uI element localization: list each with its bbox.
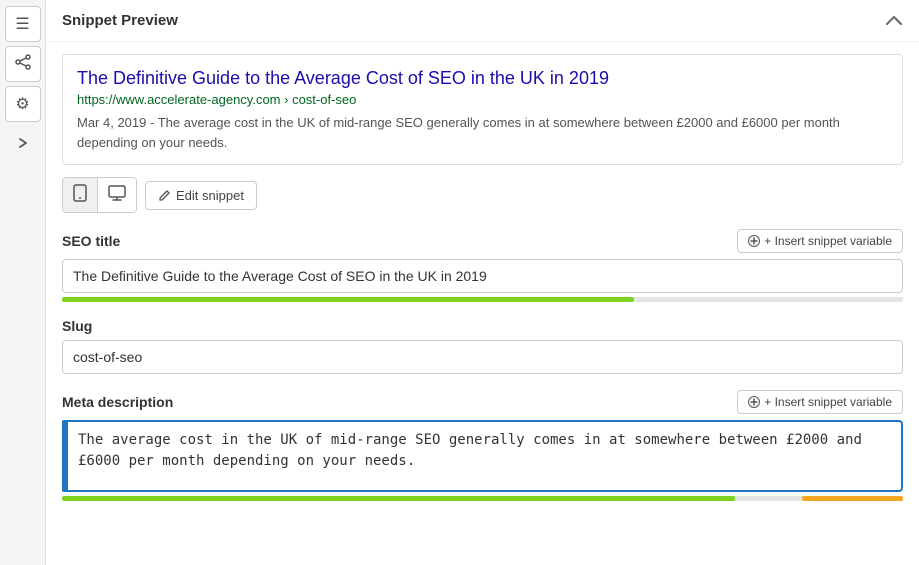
meta-progress-orange bbox=[802, 496, 903, 501]
meta-insert-variable-button[interactable]: + Insert snippet variable bbox=[737, 390, 903, 414]
hamburger-button[interactable]: ☰ bbox=[5, 6, 41, 42]
slug-section: Slug bbox=[46, 318, 919, 390]
slug-header: Slug bbox=[62, 318, 903, 334]
slug-input[interactable] bbox=[62, 340, 903, 374]
snippet-url: https://www.accelerate-agency.com › cost… bbox=[77, 92, 888, 107]
seo-title-label: SEO title bbox=[62, 233, 120, 249]
snippet-date-description: Mar 4, 2019 - The average cost in the UK… bbox=[77, 113, 888, 152]
meta-progress-spacer bbox=[735, 496, 802, 501]
seo-progress-bg bbox=[634, 297, 903, 302]
seo-title-header: SEO title + Insert snippet variable bbox=[62, 229, 903, 253]
device-toggle bbox=[62, 177, 137, 213]
snippet-description-text: The average cost in the UK of mid-range … bbox=[77, 115, 840, 150]
hamburger-icon: ☰ bbox=[15, 14, 29, 34]
edit-snippet-button[interactable]: Edit snippet bbox=[145, 181, 257, 210]
desktop-button[interactable] bbox=[98, 178, 136, 212]
seo-title-insert-variable-button[interactable]: + Insert snippet variable bbox=[737, 229, 903, 253]
seo-title-section: SEO title + Insert snippet variable bbox=[46, 229, 919, 318]
slug-label: Slug bbox=[62, 318, 92, 334]
share-icon bbox=[15, 54, 31, 75]
main-panel: Snippet Preview The Definitive Guide to … bbox=[46, 0, 919, 565]
seo-title-progress bbox=[62, 297, 903, 302]
seo-title-input[interactable] bbox=[62, 259, 903, 293]
meta-description-input[interactable] bbox=[66, 420, 903, 492]
edit-snippet-label: Edit snippet bbox=[176, 188, 244, 203]
snippet-date: Mar 4, 2019 bbox=[77, 115, 146, 130]
collapse-button[interactable] bbox=[885, 10, 903, 31]
snippet-controls: Edit snippet bbox=[62, 177, 903, 213]
seo-progress-green bbox=[62, 297, 634, 302]
snippet-preview: The Definitive Guide to the Average Cost… bbox=[62, 54, 903, 165]
seo-insert-label: + Insert snippet variable bbox=[764, 234, 892, 248]
settings-icon: ⚙ bbox=[15, 94, 29, 114]
share-button[interactable] bbox=[5, 46, 41, 82]
meta-progress-green bbox=[62, 496, 735, 501]
settings-button[interactable]: ⚙ bbox=[5, 86, 41, 122]
meta-desc-header: Meta description + Insert snippet variab… bbox=[62, 390, 903, 414]
meta-description-section: Meta description + Insert snippet variab… bbox=[46, 390, 919, 517]
sidebar: ☰ ⚙ bbox=[0, 0, 46, 565]
meta-insert-label: + Insert snippet variable bbox=[764, 395, 892, 409]
meta-desc-label: Meta description bbox=[62, 394, 173, 410]
snippet-dash: - bbox=[150, 115, 158, 130]
panel-header: Snippet Preview bbox=[46, 0, 919, 42]
snippet-title: The Definitive Guide to the Average Cost… bbox=[77, 67, 888, 90]
mobile-button[interactable] bbox=[63, 178, 98, 212]
meta-desc-progress bbox=[62, 496, 903, 501]
panel-title: Snippet Preview bbox=[62, 12, 178, 29]
meta-desc-wrapper bbox=[62, 420, 903, 492]
expand-arrow[interactable] bbox=[14, 134, 32, 152]
